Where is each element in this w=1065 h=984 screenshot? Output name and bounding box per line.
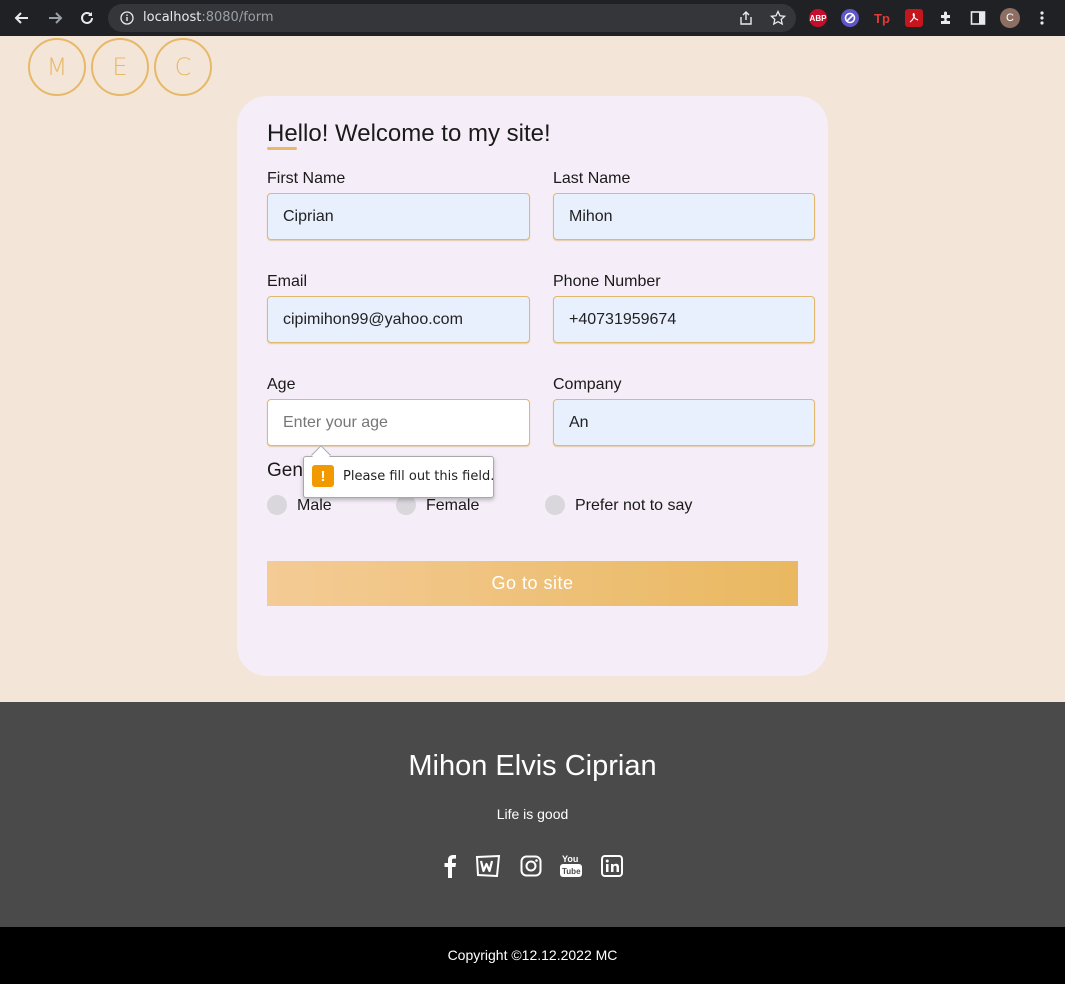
- gender-radio-prefer-not[interactable]: [545, 495, 565, 515]
- instagram-icon[interactable]: [517, 852, 545, 880]
- svg-text:You: You: [562, 854, 578, 864]
- bookmark-star-icon[interactable]: [768, 8, 788, 28]
- last-name-input[interactable]: [553, 193, 815, 240]
- youtube-icon[interactable]: You Tube: [557, 852, 585, 880]
- forward-icon[interactable]: [45, 8, 65, 28]
- age-label: Age: [267, 376, 296, 393]
- footer-tagline: Life is good: [496, 806, 569, 822]
- gender-option-label: Prefer not to say: [575, 497, 693, 514]
- more-menu-icon[interactable]: [1032, 8, 1052, 28]
- phone-label: Phone Number: [553, 273, 661, 290]
- adblock-plus-icon[interactable]: ABP: [809, 9, 827, 27]
- browser-toolbar: localhost:8080/form ABP Tp C: [0, 0, 1065, 36]
- gender-option-label: Female: [426, 497, 480, 514]
- title-underline: [267, 147, 297, 150]
- facebook-icon[interactable]: [436, 852, 464, 880]
- pdf-icon[interactable]: [905, 9, 923, 27]
- block-icon[interactable]: [841, 9, 859, 27]
- logo-letter-c[interactable]: C: [154, 38, 212, 96]
- last-name-label: Last Name: [553, 170, 631, 187]
- warning-icon: !: [312, 465, 334, 487]
- first-name-input[interactable]: [267, 193, 530, 240]
- url-text: localhost:8080/form: [143, 10, 274, 25]
- linkedin-icon[interactable]: [598, 852, 626, 880]
- email-label: Email: [267, 273, 308, 290]
- gender-label: Gen: [267, 460, 303, 481]
- back-icon[interactable]: [12, 8, 32, 28]
- go-to-site-button[interactable]: Go to site: [267, 561, 798, 606]
- logo-letter-e[interactable]: E: [91, 38, 149, 96]
- reload-icon[interactable]: [77, 8, 97, 28]
- share-icon[interactable]: [736, 8, 756, 28]
- copyright-text: Copyright ©12.12.2022 MC: [447, 947, 618, 963]
- company-input[interactable]: [553, 399, 815, 446]
- company-label: Company: [553, 376, 622, 393]
- gender-option-label: Male: [297, 497, 332, 514]
- profile-avatar[interactable]: C: [1000, 8, 1020, 28]
- first-name-label: First Name: [267, 170, 346, 187]
- validation-message: Please fill out this field.: [343, 469, 495, 484]
- logo-letter-m[interactable]: M: [28, 38, 86, 96]
- tp-icon[interactable]: Tp: [873, 9, 891, 27]
- gender-radio-female[interactable]: [396, 495, 416, 515]
- svg-text:Tube: Tube: [562, 867, 581, 876]
- gender-radio-male[interactable]: [267, 495, 287, 515]
- side-panel-icon[interactable]: [968, 8, 988, 28]
- phone-input[interactable]: [553, 296, 815, 343]
- site-info-icon[interactable]: [117, 8, 137, 28]
- age-input[interactable]: [267, 399, 530, 446]
- extensions-puzzle-icon[interactable]: [936, 8, 956, 28]
- email-input[interactable]: [267, 296, 530, 343]
- form-title: Hello! Welcome to my site!: [267, 120, 551, 147]
- footer-name: Mihon Elvis Ciprian: [408, 750, 657, 782]
- webtoon-icon[interactable]: [474, 852, 502, 880]
